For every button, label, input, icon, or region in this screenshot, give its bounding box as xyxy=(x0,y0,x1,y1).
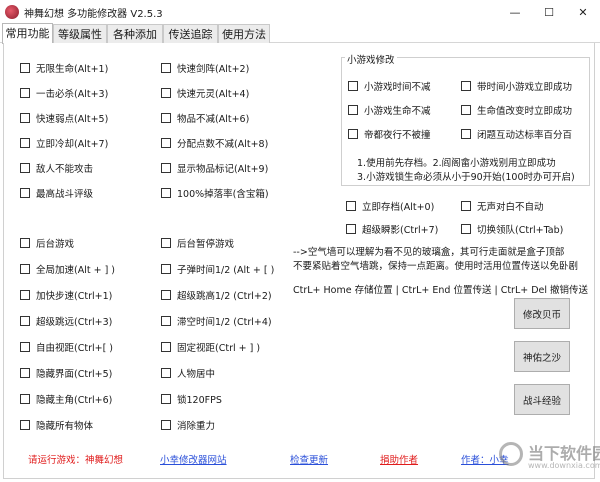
tab-usage[interactable]: 使用方法 xyxy=(218,24,270,43)
game-status-text: 请运行游戏：神舞幻想 xyxy=(28,455,124,466)
checkbox-hide-protagonist[interactable]: 隐藏主角(Ctrl+6) xyxy=(20,392,112,406)
watermark-logo-icon xyxy=(499,442,523,466)
app-icon xyxy=(5,5,19,19)
minigame-note-2: 3.小游戏锁生命必须从小于90开始(100时办可开启) xyxy=(357,172,575,183)
checkbox-faster-walk[interactable]: 加快步速(Ctrl+1) xyxy=(20,288,112,302)
checkbox-lock-120fps[interactable]: 锁120FPS xyxy=(161,392,222,406)
title-bar: 神舞幻想 多功能修改器 V2.5.3 — ☐ ✕ xyxy=(0,0,600,24)
modify-coins-button[interactable]: 修改贝币 xyxy=(514,298,570,329)
checkbox-minigame-timed-success[interactable]: 带时间小游戏立即成功 xyxy=(461,79,572,93)
air-wall-note-1: -->空气墙可以理解为看不见的玻璃盒，其可行走面就是盒子顶部 xyxy=(293,247,565,258)
checkbox-background-game[interactable]: 后台游戏 xyxy=(20,236,74,250)
checkbox-night-walk-no-hit[interactable]: 帝都夜行不被撞 xyxy=(348,127,431,141)
donate-link[interactable]: 捐助作者 xyxy=(380,452,418,466)
checkbox-minigame-time[interactable]: 小游戏时间不减 xyxy=(348,79,431,93)
checkbox-quick-weakness[interactable]: 快速弱点(Alt+5) xyxy=(20,111,108,125)
checkbox-enemy-no-attack[interactable]: 敌人不能攻击 xyxy=(20,161,93,175)
air-wall-note-2: 不要紧贴着空气墙跳，保持一点距离。使用时活用位置传送以免卧剧 xyxy=(293,261,579,272)
checkbox-remove-gravity[interactable]: 消除重力 xyxy=(161,418,215,432)
checkbox-points-no-decrease[interactable]: 分配点数不减(Alt+8) xyxy=(161,136,268,150)
minigame-note-1: 1.使用前先存档。2.阎阁畲小游戏别用立即成功 xyxy=(357,158,556,169)
checkbox-hide-ui[interactable]: 隐藏界面(Ctrl+5) xyxy=(20,366,112,380)
checkbox-quick-sword-formation[interactable]: 快速剑阵(Alt+2) xyxy=(161,61,249,75)
checkbox-global-speedup[interactable]: 全局加速(Alt + ] ) xyxy=(20,262,115,276)
maximize-button[interactable]: ☐ xyxy=(532,2,566,22)
tab-bar: 常用功能 等级属性 各种添加 传送追踪 使用方法 xyxy=(0,23,600,44)
tab-level-attributes[interactable]: 等级属性 xyxy=(53,24,107,43)
checkbox-show-item-markers[interactable]: 显示物品标记(Alt+9) xyxy=(161,161,268,175)
checkbox-bullet-time[interactable]: 子弹时间1/2 (Alt + [ ) xyxy=(161,262,274,276)
minigame-group-title: 小游戏修改 xyxy=(345,52,397,66)
watermark: 当下软件园 www.downxia.com xyxy=(497,438,600,478)
checkbox-switch-leader[interactable]: 切换领队(Ctrl+Tab) xyxy=(461,222,563,236)
tab-add-items[interactable]: 各种添加 xyxy=(107,24,163,43)
minimize-button[interactable]: — xyxy=(498,2,532,22)
checkbox-super-flash[interactable]: 超级瞬影(Ctrl+7) xyxy=(346,222,438,236)
window-title: 神舞幻想 多功能修改器 V2.5.3 xyxy=(24,9,163,20)
checkbox-items-no-decrease[interactable]: 物品不减(Alt+6) xyxy=(161,111,249,125)
tab-common[interactable]: 常用功能 xyxy=(2,23,53,44)
checkbox-one-hit-kill[interactable]: 一击必杀(Alt+3) xyxy=(20,86,108,100)
checkbox-hang-time[interactable]: 滞空时间1/2 (Ctrl+4) xyxy=(161,314,272,328)
checkbox-quick-spirit[interactable]: 快速元灵(Alt+4) xyxy=(161,86,249,100)
checkbox-top-battle-rating[interactable]: 最高战斗评级 xyxy=(20,186,93,200)
watermark-url: www.downxia.com xyxy=(528,461,600,470)
teleport-hotkeys: CtrL+ Home 存储位置 | CtrL+ End 位置传送 | CtrL+… xyxy=(293,285,589,296)
checkbox-minigame-life-success[interactable]: 生命值改变时立即成功 xyxy=(461,103,572,117)
divine-sand-button[interactable]: 神佑之沙 xyxy=(514,341,570,372)
checkbox-full-pass-rate[interactable]: 闭题互动达标率百分百 xyxy=(461,127,572,141)
checkbox-hide-all-objects[interactable]: 隐藏所有物体 xyxy=(20,418,93,432)
checkbox-minigame-life[interactable]: 小游戏生命不减 xyxy=(348,103,431,117)
checkbox-silent-dialogue[interactable]: 无声对白不自动 xyxy=(461,199,544,213)
site-link[interactable]: 小幸修改器网站 xyxy=(160,452,227,466)
checkbox-free-view-distance[interactable]: 自由视距(Ctrl+[ ) xyxy=(20,340,113,354)
checkbox-full-drop-rate[interactable]: 100%掉落率(含宝箱) xyxy=(161,186,269,200)
close-button[interactable]: ✕ xyxy=(566,2,600,22)
checkbox-fixed-view-distance[interactable]: 固定视距(Ctrl + ] ) xyxy=(161,340,260,354)
battle-exp-button[interactable]: 战斗经验 xyxy=(514,384,570,415)
checkbox-super-long-jump[interactable]: 超级跳远(Ctrl+3) xyxy=(20,314,112,328)
checkbox-infinite-hp[interactable]: 无限生命(Alt+1) xyxy=(20,61,108,75)
checkbox-center-character[interactable]: 人物居中 xyxy=(161,366,215,380)
checkbox-super-high-jump[interactable]: 超级跳高1/2 (Ctrl+2) xyxy=(161,288,272,302)
checkbox-instant-cooldown[interactable]: 立即冷却(Alt+7) xyxy=(20,136,108,150)
checkbox-background-pause[interactable]: 后台暂停游戏 xyxy=(161,236,234,250)
tab-teleport[interactable]: 传送追踪 xyxy=(163,24,218,43)
checkbox-instant-save[interactable]: 立即存档(Alt+0) xyxy=(346,199,434,213)
check-update-link[interactable]: 检查更新 xyxy=(290,452,328,466)
